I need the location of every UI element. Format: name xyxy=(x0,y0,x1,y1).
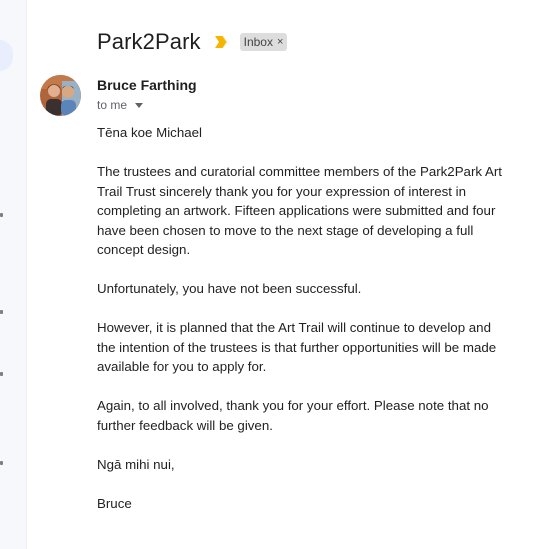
greeting: Tēna koe Michael xyxy=(97,125,202,140)
body-paragraph: Again, to all involved, thank you for yo… xyxy=(97,398,489,433)
body-paragraph: However, it is planned that the Art Trai… xyxy=(97,320,497,374)
body-paragraph: The trustees and curatorial committee me… xyxy=(97,164,502,257)
label-text: Inbox xyxy=(243,35,273,49)
sender-name[interactable]: Bruce Farthing xyxy=(97,77,197,93)
inbox-label-chip[interactable]: Inbox × xyxy=(239,33,288,51)
recipient-text: to me xyxy=(97,98,128,112)
avatar-photo xyxy=(40,75,81,116)
email-body: Tēna koe Michael The trustees and curato… xyxy=(97,123,507,533)
rail-item-marker[interactable] xyxy=(0,310,3,314)
signature: Bruce xyxy=(97,495,132,511)
rail-item-marker[interactable] xyxy=(0,372,3,376)
email-view: Park2Park Inbox × Bruce Farthing to me T… xyxy=(0,0,549,549)
importance-marker-icon[interactable] xyxy=(214,36,229,48)
sign-off: Ngā mihi nui, xyxy=(97,456,175,472)
left-navigation-rail xyxy=(0,0,27,549)
subject-row: Park2Park Inbox × xyxy=(97,28,288,56)
email-subject: Park2Park xyxy=(97,29,201,54)
rail-active-item[interactable] xyxy=(0,40,13,71)
recipient-details-toggle[interactable]: to me xyxy=(97,98,144,112)
remove-label-icon[interactable]: × xyxy=(277,36,283,48)
rail-item-marker[interactable] xyxy=(0,213,3,217)
chevron-down-icon[interactable] xyxy=(135,102,144,108)
rail-item-marker[interactable] xyxy=(0,461,3,465)
body-paragraph: Unfortunately, you have not been success… xyxy=(97,281,362,296)
sender-avatar[interactable] xyxy=(40,75,81,116)
